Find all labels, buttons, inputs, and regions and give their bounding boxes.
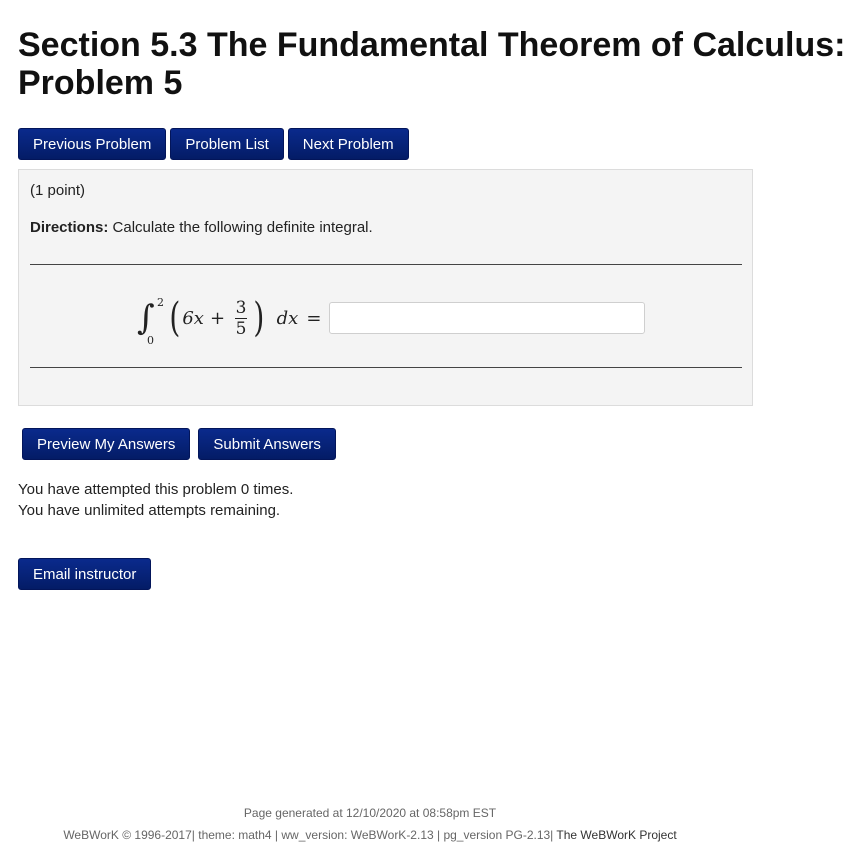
problem-points: (1 point) — [30, 182, 86, 199]
divider-top — [30, 264, 742, 265]
fraction-numerator: 3 — [235, 297, 247, 318]
attempts-remaining-text: You have unlimited attempts remaining. — [18, 502, 281, 519]
upper-limit: 2 — [157, 296, 164, 309]
page-title: Section 5.3 The Fundamental Theorem of C… — [18, 26, 846, 102]
previous-problem-button[interactable]: Previous Problem — [18, 128, 167, 160]
email-section: Email instructor — [18, 558, 152, 590]
preview-answers-button[interactable]: Preview My Answers — [22, 428, 191, 460]
webwork-project-link[interactable]: The WeBWorK Project — [556, 828, 676, 842]
problem-navigation: Previous Problem Problem List Next Probl… — [18, 128, 409, 160]
footer-version-text: WeBWorK © 1996-2017| theme: math4 | ww_v… — [63, 828, 557, 842]
left-paren: ( — [169, 295, 180, 341]
attempt-status: You have attempted this problem 0 times.… — [18, 479, 293, 521]
fraction-denominator: 5 — [235, 318, 247, 339]
plus-sign: + — [209, 307, 226, 329]
right-paren: ) — [253, 295, 265, 341]
problem-body: (1 point) Directions: Calculate the foll… — [18, 169, 753, 406]
equals-sign: = — [306, 307, 322, 329]
attempts-count-text: You have attempted this problem 0 times. — [18, 481, 294, 498]
footer-info: WeBWorK © 1996-2017| theme: math4 | ww_v… — [0, 828, 740, 842]
directions-text: Calculate the following definite integra… — [108, 219, 373, 236]
problem-list-button[interactable]: Problem List — [170, 128, 284, 160]
answer-actions: Preview My Answers Submit Answers — [22, 428, 336, 460]
next-problem-button[interactable]: Next Problem — [287, 128, 409, 160]
divider-bottom — [30, 367, 742, 368]
submit-answers-button[interactable]: Submit Answers — [198, 428, 336, 460]
page-generated-text: Page generated at 12/10/2020 at 08:58pm … — [243, 806, 497, 820]
differential: dx — [276, 307, 299, 329]
integral-expression: ∫ 2 0 ( 6x + 3 5 ) dx = — [137, 288, 646, 348]
term-6x: 6x — [182, 307, 204, 329]
lower-limit: 0 — [147, 334, 154, 347]
directions-label: Directions: — [30, 219, 109, 236]
fraction: 3 5 — [235, 297, 248, 339]
answer-input[interactable] — [329, 302, 646, 334]
email-instructor-button[interactable]: Email instructor — [18, 558, 152, 590]
problem-directions: Directions: Calculate the following defi… — [30, 219, 373, 236]
integral-sign: ∫ 2 0 — [137, 296, 164, 347]
